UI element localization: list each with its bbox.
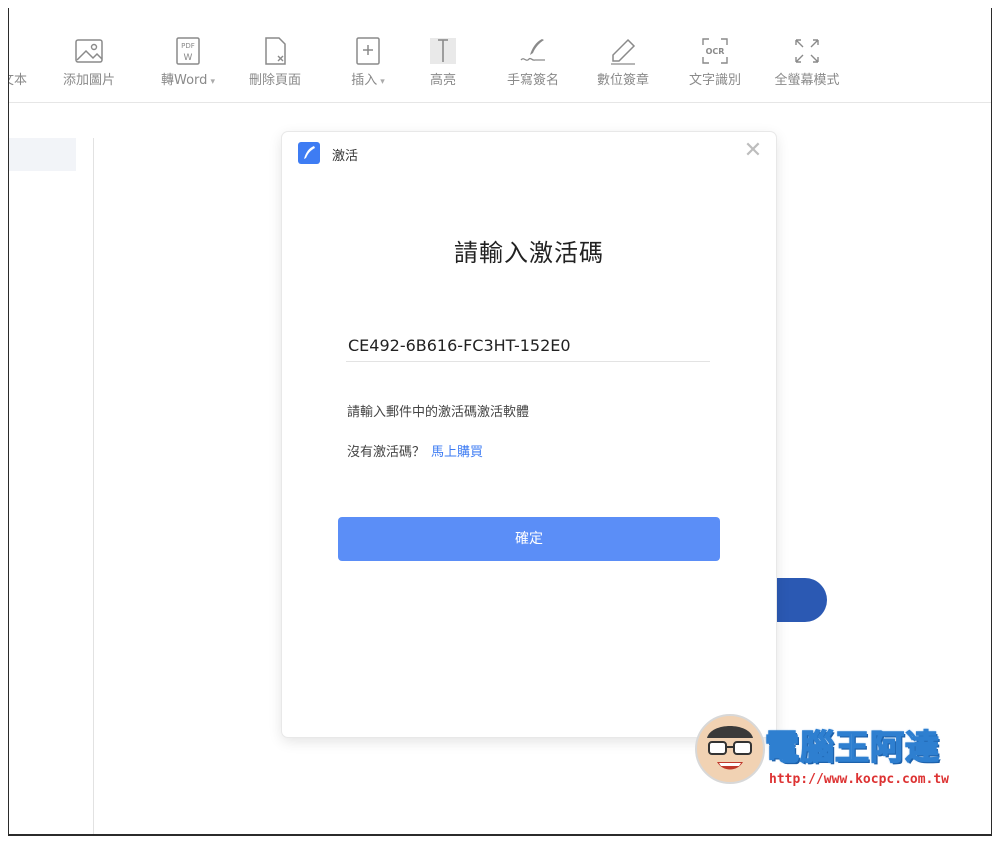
tool-label-text: 插入	[351, 73, 378, 88]
pdf-to-word-icon: PDF W	[176, 37, 200, 65]
mascot-glasses-icon	[707, 726, 753, 770]
tool-highlight[interactable]: 高亮	[421, 36, 465, 96]
watermark-title: 電腦王阿達	[764, 727, 940, 769]
highlight-icon	[430, 38, 456, 64]
sidebar-divider	[93, 138, 94, 834]
chevron-down-icon: ▾	[380, 77, 385, 87]
app-logo	[298, 142, 320, 164]
app-window: 文本 添加圖片 PDF W 轉Word▾ 刪除頁面	[8, 8, 992, 836]
tool-text[interactable]: 文本	[8, 36, 29, 96]
tool-label-text: 轉Word	[161, 73, 208, 88]
tool-ocr[interactable]: OCR 文字識別	[683, 36, 747, 96]
tool-handwritten-signature[interactable]: 手寫簽名	[501, 36, 565, 96]
tool-insert[interactable]: 插入 ▾	[341, 36, 395, 96]
signature-icon	[520, 39, 545, 61]
tool-label: 轉Word ▾	[155, 69, 221, 88]
image-icon	[75, 39, 103, 63]
buy-now-link[interactable]: 馬上購買	[431, 445, 483, 460]
dialog-title: 激活	[332, 149, 359, 164]
no-code-text: 沒有激活碼？	[347, 445, 426, 460]
tool-delete-page[interactable]: 刪除頁面	[243, 36, 307, 96]
ocr-icon: OCR	[702, 38, 728, 64]
delete-page-icon	[265, 37, 286, 65]
activation-hint: 請輸入郵件中的激活碼激活軟體	[347, 405, 530, 420]
tool-label: 全螢幕模式	[774, 73, 840, 88]
sidebar-selected-item[interactable]	[9, 138, 76, 171]
close-icon[interactable]: ✕	[742, 140, 764, 162]
watermark: 電腦王阿達 http://www.kocpc.com.tw	[695, 708, 975, 794]
tool-label: 添加圖片	[62, 73, 115, 88]
fullscreen-icon	[795, 39, 819, 63]
confirm-button[interactable]: 確定	[338, 517, 720, 561]
tool-label: 數位簽章	[596, 73, 649, 88]
pen-icon	[611, 38, 636, 65]
tool-label: 刪除頁面	[248, 73, 301, 88]
tool-label: 手寫簽名	[506, 73, 559, 88]
text-icon	[8, 36, 29, 66]
mascot-face-icon	[695, 714, 765, 784]
tool-add-image[interactable]: 添加圖片	[57, 36, 121, 96]
no-code-row: 沒有激活碼？ 馬上購買	[347, 441, 483, 460]
tool-label: 插入 ▾	[341, 69, 395, 88]
tool-label: 高亮	[429, 73, 456, 88]
activation-code-input[interactable]	[346, 330, 710, 362]
dialog-heading: 請輸入激活碼	[454, 239, 604, 267]
toolbar: 文本 添加圖片 PDF W 轉Word▾ 刪除頁面	[9, 8, 991, 103]
activation-dialog: 激活 ✕ 請輸入激活碼 請輸入郵件中的激活碼激活軟體 沒有激活碼？ 馬上購買 確定	[282, 132, 776, 737]
tool-label: 文本	[9, 73, 27, 88]
tool-digital-signature[interactable]: 數位簽章	[591, 36, 655, 96]
tool-to-word[interactable]: PDF W 轉Word ▾	[155, 36, 221, 96]
chevron-down-icon: ▾	[210, 77, 215, 87]
tool-fullscreen[interactable]: 全螢幕模式	[769, 36, 845, 96]
insert-page-icon	[356, 37, 380, 65]
watermark-url: http://www.kocpc.com.tw	[769, 772, 950, 787]
ocr-badge: OCR	[706, 47, 725, 56]
tool-label: 文字識別	[688, 73, 741, 88]
pdf-badge: PDF	[181, 42, 195, 50]
feather-icon	[304, 146, 315, 159]
word-badge: W	[184, 53, 193, 63]
